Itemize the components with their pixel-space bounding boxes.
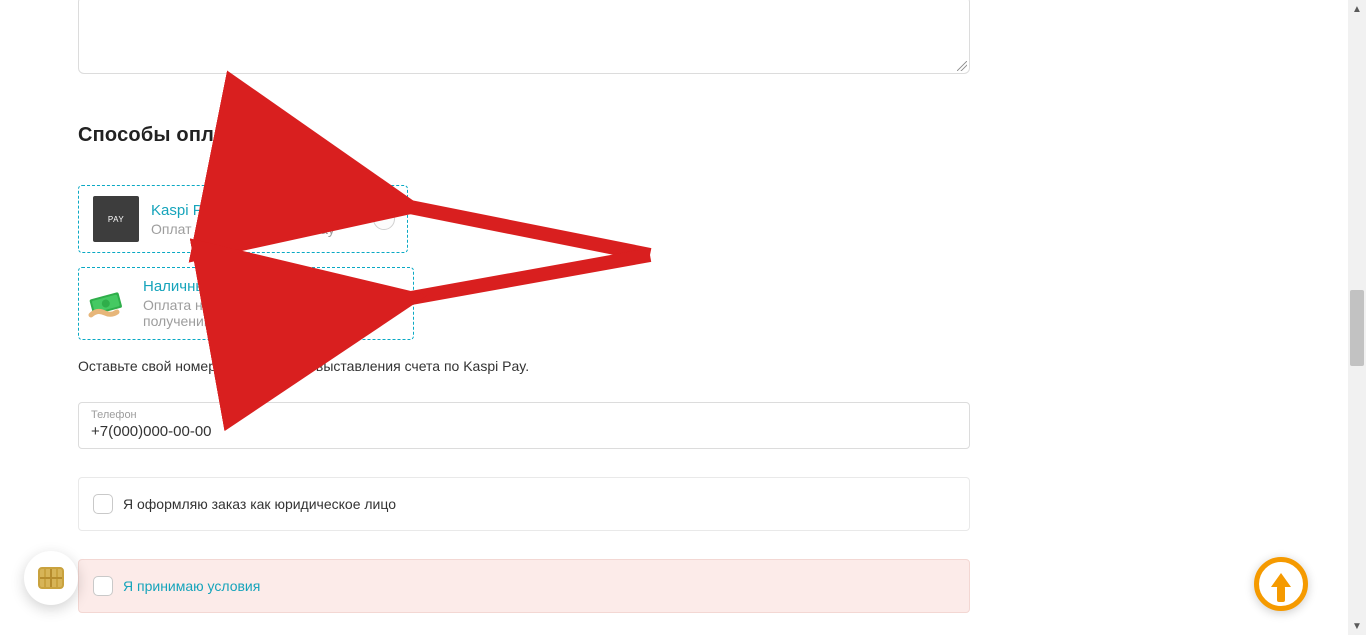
legal-entity-checkbox-row[interactable]: Я оформляю заказ как юридическое лицо	[78, 477, 970, 531]
phone-input-value: +7(000)000-00-00	[91, 423, 957, 440]
scrollbar-thumb[interactable]	[1350, 290, 1364, 366]
phone-input[interactable]: Телефон +7(000)000-00-00	[78, 402, 970, 449]
payment-methods-heading: Способы оплаты	[78, 124, 970, 147]
payment-options-list: PAY Kaspi Pay Оплат по системе Kaspi Pay	[78, 185, 408, 340]
kaspi-logo-icon: PAY	[93, 196, 139, 242]
payment-option-title: Kaspi Pay	[151, 202, 361, 219]
scrollbar-up-arrow[interactable]: ▲	[1348, 0, 1366, 18]
vertical-scrollbar[interactable]: ▲ ▼	[1348, 0, 1366, 635]
payment-option-cash[interactable]: Наличными Оплата наличными при получении…	[78, 267, 414, 340]
cash-icon	[85, 281, 131, 327]
payment-option-text: Наличными Оплата наличными при получении…	[143, 278, 367, 329]
chip-icon	[38, 567, 64, 589]
payment-option-radio[interactable]	[373, 208, 395, 230]
comment-textarea[interactable]	[78, 0, 970, 74]
scrollbar-down-arrow[interactable]: ▼	[1348, 617, 1366, 635]
payment-option-text: Kaspi Pay Оплат по системе Kaspi Pay	[151, 202, 361, 237]
terms-checkbox-row[interactable]: Я принимаю условия	[78, 559, 970, 613]
phone-input-label: Телефон	[91, 409, 957, 421]
legal-entity-checkbox[interactable]	[93, 494, 113, 514]
payment-option-subtitle: Оплата наличными при получении товара	[143, 297, 367, 329]
kaspi-phone-hint: Оставьте свой номер телефона для выставл…	[78, 358, 970, 374]
payment-option-title: Наличными	[143, 278, 367, 295]
scroll-to-top-button[interactable]	[1254, 557, 1308, 611]
legal-entity-label: Я оформляю заказ как юридическое лицо	[123, 496, 396, 512]
arrow-up-stem	[1277, 586, 1285, 602]
terms-checkbox[interactable]	[93, 576, 113, 596]
cookies-widget-button[interactable]	[24, 551, 78, 605]
payment-option-kaspi[interactable]: PAY Kaspi Pay Оплат по системе Kaspi Pay	[78, 185, 408, 253]
arrow-up-icon	[1271, 573, 1291, 587]
payment-option-subtitle: Оплат по системе Kaspi Pay	[151, 221, 361, 237]
payment-option-radio[interactable]	[379, 293, 401, 315]
scrollbar-track[interactable]	[1348, 18, 1366, 617]
terms-label[interactable]: Я принимаю условия	[123, 578, 260, 594]
kaspi-logo-text: PAY	[108, 215, 124, 224]
